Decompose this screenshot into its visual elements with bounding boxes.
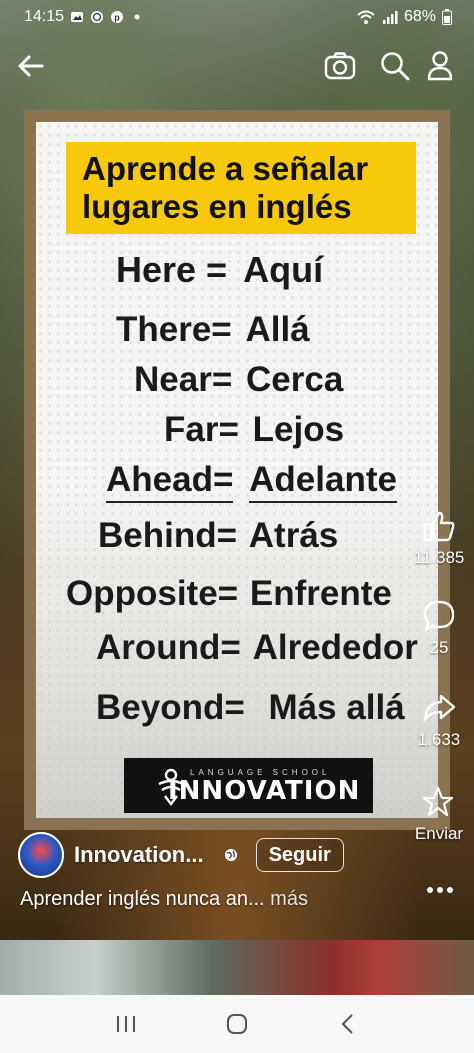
more-options-button[interactable] xyxy=(424,878,456,902)
caption-text: Aprender inglés nunca an... xyxy=(20,888,265,910)
home-button[interactable] xyxy=(217,1004,257,1044)
vocab-row: Behind= Atrás xyxy=(98,516,338,556)
follow-button[interactable]: Seguir xyxy=(255,838,344,872)
comment-button[interactable]: 25 xyxy=(404,598,474,658)
next-video-preview[interactable] xyxy=(0,940,474,995)
vocab-spanish: Aquí xyxy=(243,249,324,290)
vocab-row: Ahead= Adelante xyxy=(106,460,397,503)
search-icon xyxy=(381,52,410,81)
vocab-spanish: Atrás xyxy=(248,516,339,555)
vocab-list: Here = Aquí There= Allá Near= Cerca Far=… xyxy=(36,122,438,818)
status-bar: 14:15 p 68% xyxy=(0,0,474,34)
gallery-notification-icon xyxy=(71,12,84,22)
share-arrow-icon xyxy=(423,694,456,722)
chevron-left-icon xyxy=(341,1014,354,1034)
top-app-bar xyxy=(0,46,474,90)
video-poster[interactable]: Aprende a señalar lugares en inglés Here… xyxy=(24,110,450,830)
vocab-row: Here = Aquí xyxy=(116,250,323,290)
notification-dot-icon xyxy=(134,14,140,20)
back-button[interactable] xyxy=(10,46,50,86)
vocab-spanish: Allá xyxy=(245,310,310,349)
vocab-spanish: Alrededor xyxy=(252,628,418,667)
poster-board: Aprende a señalar lugares en inglés Here… xyxy=(36,122,438,818)
battery-percent: 68% xyxy=(403,8,436,25)
comment-icon xyxy=(423,600,455,632)
whatsapp-notification-icon xyxy=(91,11,104,23)
globe-icon xyxy=(224,849,237,861)
vocab-english: Here = xyxy=(116,249,228,290)
author-name[interactable]: Innovation... xyxy=(74,842,204,868)
caption-more-link[interactable]: más xyxy=(270,888,308,910)
svg-text:p: p xyxy=(114,13,120,23)
arrow-left-icon xyxy=(18,55,44,77)
battery-icon xyxy=(442,9,452,25)
vocab-row: Around= Alrededor xyxy=(96,628,418,668)
like-button[interactable]: 11.385 xyxy=(404,508,474,568)
recent-apps-icon xyxy=(116,1016,135,1032)
vocab-english: Ahead= xyxy=(106,460,234,503)
camera-button[interactable] xyxy=(320,46,360,86)
vocab-english: Near= xyxy=(134,360,233,399)
wifi-icon xyxy=(357,10,375,24)
like-count: 11.385 xyxy=(413,548,465,567)
vocab-spanish: Más allá xyxy=(268,688,405,727)
vocab-row: Near= Cerca xyxy=(134,360,343,400)
author-row: Innovation... Seguir xyxy=(18,832,458,878)
vocab-row: There= Allá xyxy=(116,310,310,350)
avatar[interactable] xyxy=(18,832,64,878)
pinterest-notification-icon: p xyxy=(111,11,124,23)
profile-button[interactable] xyxy=(420,46,460,86)
comment-count: 25 xyxy=(429,638,449,657)
logo-wordmark: INNOVATION xyxy=(168,776,361,806)
system-back-button[interactable] xyxy=(328,1004,368,1044)
status-time: 14:15 xyxy=(24,8,65,25)
system-navigation-bar xyxy=(0,995,474,1053)
recent-apps-button[interactable] xyxy=(106,1004,146,1044)
vocab-row: Beyond= Más allá xyxy=(96,688,405,728)
person-icon xyxy=(427,51,453,81)
vocab-spanish: Enfrente xyxy=(249,574,392,613)
vocab-spanish: Cerca xyxy=(246,360,344,399)
vocab-english: There= xyxy=(116,310,232,349)
vocab-row: Opposite= Enfrente xyxy=(66,574,392,614)
vocab-english: Behind= xyxy=(98,516,238,555)
vocab-english: Far= xyxy=(164,410,239,449)
vocab-english: Beyond= xyxy=(96,688,245,727)
vocab-english: Opposite= xyxy=(66,574,239,613)
home-icon xyxy=(226,1014,247,1034)
signal-icon xyxy=(382,11,398,24)
camera-icon xyxy=(324,52,356,80)
more-dots-icon xyxy=(427,887,453,893)
vocab-spanish: Lejos xyxy=(252,410,345,449)
thumbs-up-icon xyxy=(423,511,455,542)
post-caption[interactable]: Aprender inglés nunca an... más xyxy=(20,888,308,911)
vocab-spanish: Adelante xyxy=(249,460,397,503)
share-count: 1.633 xyxy=(417,730,461,749)
send-icon xyxy=(422,786,454,817)
share-button[interactable]: 1.633 xyxy=(404,690,474,750)
search-button[interactable] xyxy=(375,46,415,86)
vocab-row: Far= Lejos xyxy=(164,410,344,450)
school-logo: LANGUAGE SCHOOL INNOVATION xyxy=(124,758,373,813)
vocab-english: Around= xyxy=(96,628,241,667)
